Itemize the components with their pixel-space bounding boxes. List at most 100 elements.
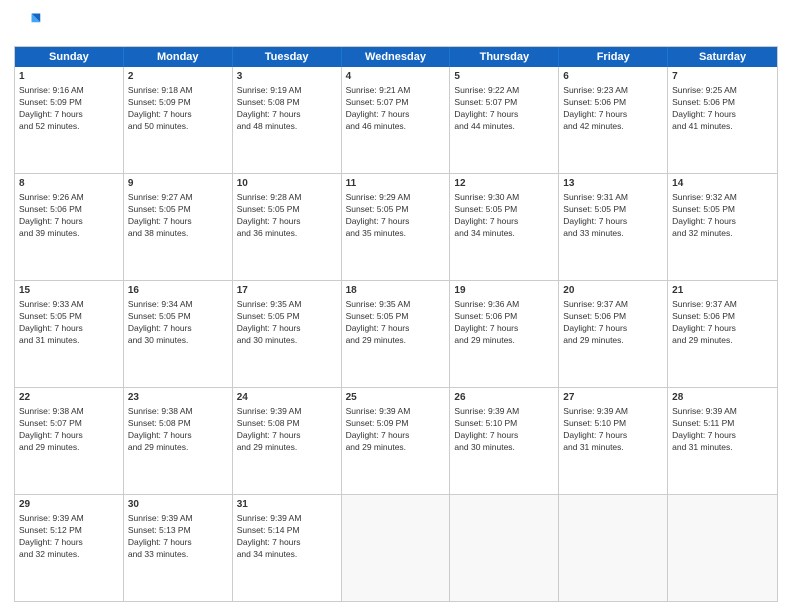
day-info-line: Sunrise: 9:39 AM [672,406,773,418]
day-number: 25 [346,391,446,405]
day-info-line: and 48 minutes. [237,121,337,133]
calendar-cell: 11Sunrise: 9:29 AMSunset: 5:05 PMDayligh… [342,174,451,280]
day-info-line: Sunrise: 9:39 AM [454,406,554,418]
calendar-cell: 22Sunrise: 9:38 AMSunset: 5:07 PMDayligh… [15,388,124,494]
day-info-line: Daylight: 7 hours [237,216,337,228]
calendar-cell: 8Sunrise: 9:26 AMSunset: 5:06 PMDaylight… [15,174,124,280]
calendar-cell: 13Sunrise: 9:31 AMSunset: 5:05 PMDayligh… [559,174,668,280]
day-info-line: Sunrise: 9:39 AM [237,406,337,418]
calendar: Sunday Monday Tuesday Wednesday Thursday… [14,46,778,602]
day-info-line: Daylight: 7 hours [19,109,119,121]
day-info-line: Sunrise: 9:22 AM [454,85,554,97]
day-info-line: Daylight: 7 hours [128,216,228,228]
day-number: 31 [237,498,337,512]
calendar-cell: 20Sunrise: 9:37 AMSunset: 5:06 PMDayligh… [559,281,668,387]
dow-tuesday: Tuesday [233,47,342,67]
dow-monday: Monday [124,47,233,67]
day-info-line: Sunset: 5:08 PM [237,97,337,109]
day-info-line: and 41 minutes. [672,121,773,133]
calendar-cell: 10Sunrise: 9:28 AMSunset: 5:05 PMDayligh… [233,174,342,280]
day-info-line: Sunrise: 9:19 AM [237,85,337,97]
calendar-cell: 12Sunrise: 9:30 AMSunset: 5:05 PMDayligh… [450,174,559,280]
day-number: 7 [672,70,773,84]
calendar-cell: 3Sunrise: 9:19 AMSunset: 5:08 PMDaylight… [233,67,342,173]
day-info-line: and 30 minutes. [237,335,337,347]
calendar-row-4: 22Sunrise: 9:38 AMSunset: 5:07 PMDayligh… [15,388,777,495]
day-info-line: Sunrise: 9:37 AM [563,299,663,311]
calendar-cell: 1Sunrise: 9:16 AMSunset: 5:09 PMDaylight… [15,67,124,173]
day-info-line: Sunset: 5:05 PM [128,311,228,323]
day-info-line: Sunset: 5:05 PM [672,204,773,216]
day-info-line: and 31 minutes. [563,442,663,454]
day-info-line: Sunrise: 9:32 AM [672,192,773,204]
day-number: 18 [346,284,446,298]
day-info-line: and 32 minutes. [672,228,773,240]
day-number: 3 [237,70,337,84]
day-info-line: Sunrise: 9:37 AM [672,299,773,311]
day-info-line: Daylight: 7 hours [128,430,228,442]
day-info-line: Daylight: 7 hours [19,323,119,335]
day-number: 23 [128,391,228,405]
calendar-cell: 4Sunrise: 9:21 AMSunset: 5:07 PMDaylight… [342,67,451,173]
calendar-cell: 7Sunrise: 9:25 AMSunset: 5:06 PMDaylight… [668,67,777,173]
day-info-line: Sunset: 5:05 PM [346,311,446,323]
day-info-line: Sunset: 5:06 PM [19,204,119,216]
day-number: 13 [563,177,663,191]
day-number: 26 [454,391,554,405]
day-number: 10 [237,177,337,191]
logo-icon [14,10,42,38]
calendar-cell: 19Sunrise: 9:36 AMSunset: 5:06 PMDayligh… [450,281,559,387]
day-info-line: and 33 minutes. [128,549,228,561]
day-info-line: and 32 minutes. [19,549,119,561]
day-info-line: Sunrise: 9:23 AM [563,85,663,97]
dow-thursday: Thursday [450,47,559,67]
day-info-line: Daylight: 7 hours [563,109,663,121]
calendar-cell: 18Sunrise: 9:35 AMSunset: 5:05 PMDayligh… [342,281,451,387]
calendar-cell: 17Sunrise: 9:35 AMSunset: 5:05 PMDayligh… [233,281,342,387]
day-info-line: Sunrise: 9:39 AM [128,513,228,525]
calendar-cell: 9Sunrise: 9:27 AMSunset: 5:05 PMDaylight… [124,174,233,280]
day-info-line: and 30 minutes. [454,442,554,454]
calendar-cell: 6Sunrise: 9:23 AMSunset: 5:06 PMDaylight… [559,67,668,173]
day-info-line: and 42 minutes. [563,121,663,133]
day-info-line: and 52 minutes. [19,121,119,133]
day-info-line: Daylight: 7 hours [454,430,554,442]
day-info-line: and 31 minutes. [672,442,773,454]
calendar-cell: 30Sunrise: 9:39 AMSunset: 5:13 PMDayligh… [124,495,233,601]
day-info-line: Daylight: 7 hours [346,323,446,335]
day-info-line: Sunset: 5:13 PM [128,525,228,537]
day-info-line: Daylight: 7 hours [672,430,773,442]
day-info-line: Sunrise: 9:28 AM [237,192,337,204]
day-info-line: Sunrise: 9:39 AM [237,513,337,525]
page: Sunday Monday Tuesday Wednesday Thursday… [0,0,792,612]
day-info-line: Sunrise: 9:21 AM [346,85,446,97]
day-number: 1 [19,70,119,84]
day-number: 21 [672,284,773,298]
day-info-line: Sunrise: 9:31 AM [563,192,663,204]
day-info-line: and 39 minutes. [19,228,119,240]
calendar-row-3: 15Sunrise: 9:33 AMSunset: 5:05 PMDayligh… [15,281,777,388]
calendar-cell: 29Sunrise: 9:39 AMSunset: 5:12 PMDayligh… [15,495,124,601]
day-info-line: Sunset: 5:05 PM [237,311,337,323]
day-info-line: Sunrise: 9:29 AM [346,192,446,204]
day-number: 28 [672,391,773,405]
header [14,10,778,38]
day-number: 14 [672,177,773,191]
dow-friday: Friday [559,47,668,67]
day-info-line: Sunrise: 9:39 AM [346,406,446,418]
calendar-cell: 5Sunrise: 9:22 AMSunset: 5:07 PMDaylight… [450,67,559,173]
calendar-row-2: 8Sunrise: 9:26 AMSunset: 5:06 PMDaylight… [15,174,777,281]
day-info-line: Sunset: 5:05 PM [237,204,337,216]
day-number: 12 [454,177,554,191]
day-info-line: Sunrise: 9:25 AM [672,85,773,97]
day-number: 8 [19,177,119,191]
day-number: 27 [563,391,663,405]
day-info-line: and 34 minutes. [237,549,337,561]
day-info-line: Sunset: 5:06 PM [563,97,663,109]
calendar-cell: 21Sunrise: 9:37 AMSunset: 5:06 PMDayligh… [668,281,777,387]
day-number: 20 [563,284,663,298]
dow-saturday: Saturday [668,47,777,67]
day-info-line: Daylight: 7 hours [346,109,446,121]
day-info-line: Daylight: 7 hours [672,216,773,228]
day-info-line: and 30 minutes. [128,335,228,347]
